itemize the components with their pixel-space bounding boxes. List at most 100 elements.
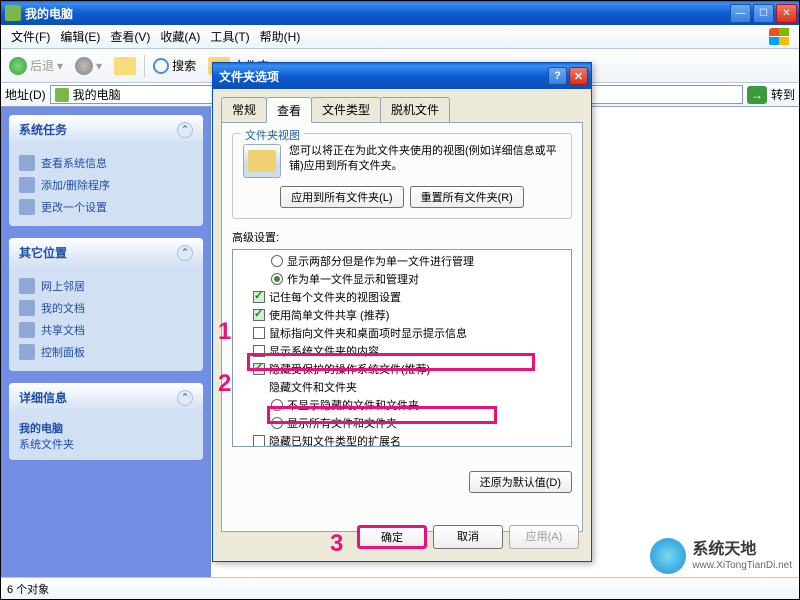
help-button[interactable]: ? [548, 67, 567, 85]
dialog-titlebar[interactable]: 文件夹选项 ? ✕ [213, 63, 591, 89]
radio-icon[interactable] [271, 399, 283, 411]
tab-bar: 常规 查看 文件类型 脱机文件 [213, 89, 591, 122]
annotation-3: 3 [330, 530, 343, 558]
checkbox-icon[interactable] [253, 291, 265, 303]
apply-button[interactable]: 应用(A) [509, 525, 579, 549]
menubar: 文件(F) 编辑(E) 查看(V) 收藏(A) 工具(T) 帮助(H) [1, 25, 799, 49]
checkbox-icon[interactable] [253, 345, 265, 357]
restore-defaults-button[interactable]: 还原为默认值(D) [469, 471, 572, 493]
sidebar-item-shared[interactable]: 共享文档 [19, 319, 193, 341]
checkbox-icon[interactable] [253, 435, 265, 447]
tree-item[interactable]: 不显示隐藏的文件和文件夹 [233, 396, 571, 414]
chevron-up-icon: ⌃ [177, 122, 193, 138]
settings-icon [19, 199, 35, 215]
close-button[interactable]: ✕ [776, 4, 797, 23]
details-panel: 详细信息 ⌃ 我的电脑 系统文件夹 [9, 383, 203, 460]
cancel-button[interactable]: 取消 [433, 525, 503, 549]
folder-options-dialog: 文件夹选项 ? ✕ 常规 查看 文件类型 脱机文件 文件夹视图 您可以将正在为此… [212, 62, 592, 562]
details-title: 我的电脑 [19, 420, 193, 436]
back-button[interactable]: 后退 ▾ [5, 55, 67, 77]
computer-icon [5, 5, 21, 21]
annotation-2: 2 [218, 370, 231, 398]
ok-button[interactable]: 确定 [357, 525, 427, 549]
details-type: 系统文件夹 [19, 436, 193, 452]
tab-offline[interactable]: 脱机文件 [380, 97, 450, 122]
checkbox-icon[interactable] [253, 327, 265, 339]
system-tasks-panel: 系统任务 ⌃ 查看系统信息 添加/删除程序 更改一个设置 [9, 115, 203, 226]
maximize-button[interactable]: ☐ [753, 4, 774, 23]
tab-view[interactable]: 查看 [266, 97, 312, 123]
chevron-up-icon: ⌃ [177, 390, 193, 406]
checkbox-icon[interactable] [253, 309, 265, 321]
sidebar: 系统任务 ⌃ 查看系统信息 添加/删除程序 更改一个设置 其它位置 ⌃ 网上邻居… [1, 107, 211, 577]
go-button[interactable]: → [747, 86, 767, 104]
shared-icon [19, 322, 35, 338]
checkbox-icon[interactable] [253, 363, 265, 375]
dialog-buttons: 确定 取消 应用(A) [357, 525, 579, 549]
windows-logo-icon [769, 28, 793, 46]
watermark-logo-icon [650, 538, 686, 574]
folder-view-group: 文件夹视图 您可以将正在为此文件夹使用的视图(例如详细信息或平铺)应用到所有文件… [232, 133, 572, 219]
network-icon [19, 278, 35, 294]
menu-view[interactable]: 查看(V) [106, 26, 154, 47]
other-places-panel: 其它位置 ⌃ 网上邻居 我的文档 共享文档 控制面板 [9, 238, 203, 371]
go-label: 转到 [771, 86, 795, 103]
tab-filetypes[interactable]: 文件类型 [311, 97, 381, 122]
folder-view-icon [243, 144, 281, 178]
address-label: 地址(D) [5, 86, 46, 103]
tree-item[interactable]: 隐藏已知文件类型的扩展名 [233, 432, 571, 447]
menu-favorites[interactable]: 收藏(A) [156, 26, 204, 47]
radio-icon[interactable] [271, 255, 283, 267]
info-icon [19, 155, 35, 171]
sidebar-item-network[interactable]: 网上邻居 [19, 275, 193, 297]
tree-item[interactable]: 使用简单文件共享 (推荐) [233, 306, 571, 324]
main-titlebar[interactable]: 我的电脑 — ☐ ✕ [1, 1, 799, 25]
up-folder-icon [114, 57, 136, 75]
tree-item[interactable]: 显示系统文件夹的内容 [233, 342, 571, 360]
sidebar-item-controlpanel[interactable]: 控制面板 [19, 341, 193, 363]
advanced-settings-tree[interactable]: 显示两部分但是作为单一文件进行管理 作为单一文件显示和管理对 记住每个文件夹的视… [232, 249, 572, 447]
minimize-button[interactable]: — [730, 4, 751, 23]
radio-icon[interactable] [271, 273, 283, 285]
tree-item[interactable]: 作为单一文件显示和管理对 [233, 270, 571, 288]
sidebar-item-documents[interactable]: 我的文档 [19, 297, 193, 319]
up-button[interactable] [110, 55, 140, 77]
tree-item: 隐藏文件和文件夹 [233, 378, 571, 396]
documents-icon [19, 300, 35, 316]
sidebar-item-sysinfo[interactable]: 查看系统信息 [19, 152, 193, 174]
tree-item[interactable]: 记住每个文件夹的视图设置 [233, 288, 571, 306]
menu-help[interactable]: 帮助(H) [256, 26, 305, 47]
tree-item-show-all[interactable]: 显示所有文件和文件夹 [233, 414, 571, 432]
tree-item[interactable]: 显示两部分但是作为单一文件进行管理 [233, 252, 571, 270]
annotation-1: 1 [218, 318, 231, 346]
dialog-close-button[interactable]: ✕ [569, 67, 588, 85]
computer-icon [55, 88, 69, 102]
apply-all-folders-button[interactable]: 应用到所有文件夹(L) [280, 186, 403, 208]
details-header[interactable]: 详细信息 ⌃ [9, 383, 203, 412]
statusbar: 6 个对象 [1, 577, 799, 599]
forward-icon [75, 57, 93, 75]
tab-general[interactable]: 常规 [221, 97, 267, 122]
reset-all-folders-button[interactable]: 重置所有文件夹(R) [410, 186, 524, 208]
tab-content: 文件夹视图 您可以将正在为此文件夹使用的视图(例如详细信息或平铺)应用到所有文件… [221, 122, 583, 532]
toolbar-separator [144, 55, 145, 77]
other-places-header[interactable]: 其它位置 ⌃ [9, 238, 203, 267]
search-button[interactable]: 搜索 [149, 55, 200, 76]
tree-item[interactable]: 鼠标指向文件夹和桌面项时显示提示信息 [233, 324, 571, 342]
menu-tools[interactable]: 工具(T) [206, 26, 253, 47]
menu-edit[interactable]: 编辑(E) [56, 26, 104, 47]
watermark: 系统天地 www.XiTongTianDi.net [650, 538, 792, 574]
back-icon [9, 57, 27, 75]
sidebar-item-settings[interactable]: 更改一个设置 [19, 196, 193, 218]
advanced-label: 高级设置: [232, 229, 572, 245]
chevron-up-icon: ⌃ [177, 245, 193, 261]
sidebar-item-addremove[interactable]: 添加/删除程序 [19, 174, 193, 196]
system-tasks-header[interactable]: 系统任务 ⌃ [9, 115, 203, 144]
forward-button[interactable]: ▾ [71, 55, 106, 77]
tree-item-hide-protected[interactable]: 隐藏受保护的操作系统文件(推荐) [233, 360, 571, 378]
radio-icon[interactable] [271, 417, 283, 429]
programs-icon [19, 177, 35, 193]
menu-file[interactable]: 文件(F) [7, 26, 54, 47]
controlpanel-icon [19, 344, 35, 360]
window-title: 我的电脑 [25, 5, 730, 22]
